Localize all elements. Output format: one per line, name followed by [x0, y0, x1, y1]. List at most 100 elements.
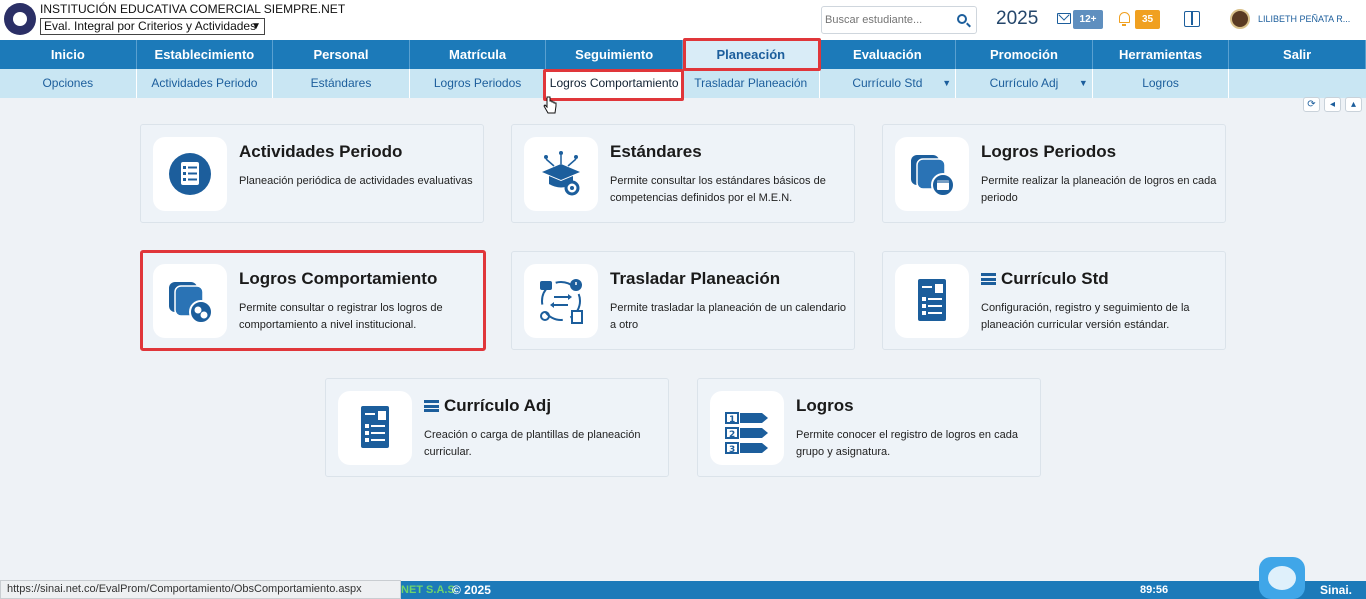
main-nav-seguimiento[interactable]: Seguimiento — [546, 40, 683, 69]
main-nav-herramientas[interactable]: Herramientas — [1093, 40, 1230, 69]
svg-text:1: 1 — [729, 415, 735, 425]
sub-nav-logros-periodos[interactable]: Logros Periodos — [410, 69, 547, 98]
card-title-text: Currículo Std — [1001, 269, 1109, 288]
card-title: Actividades Periodo — [239, 142, 403, 161]
svg-text:2: 2 — [729, 430, 735, 440]
student-search-input[interactable] — [825, 11, 950, 29]
main-nav-matricula[interactable]: Matrícula — [410, 40, 547, 69]
mail-icon[interactable] — [1057, 13, 1071, 24]
main-nav-inicio[interactable]: Inicio — [0, 40, 137, 69]
card-actividades-periodo[interactable]: Actividades Periodo Planeación periódica… — [140, 124, 484, 223]
transfer-cycle-icon — [540, 279, 583, 324]
sub-nav-label: Logros Periodos — [433, 76, 522, 90]
card-curriculo-adj[interactable]: Currículo Adj Creación o carga de planti… — [325, 378, 669, 477]
back-icon[interactable]: ◂ — [1324, 97, 1341, 112]
card-description: Planeación periódica de actividades eval… — [239, 175, 473, 187]
card-description: Permite realizar la planeación de logros… — [981, 175, 1217, 204]
document-profile-icon — [361, 406, 389, 448]
stacked-cards-calendar-icon — [911, 155, 955, 197]
highlight-card-logros-comportamiento — [140, 250, 486, 351]
chevron-down-icon[interactable]: ▼ — [1079, 69, 1088, 98]
user-name[interactable]: LILIBETH PEÑATA R... — [1258, 14, 1350, 24]
card-title: Currículo Std — [981, 269, 1109, 289]
menu-icon[interactable] — [424, 400, 439, 412]
chevron-down-icon: ▼ — [251, 21, 261, 32]
up-icon[interactable]: ▴ — [1345, 97, 1362, 112]
sub-nav-label: Estándares — [310, 76, 372, 90]
card-description: Creación o carga de plantillas de planea… — [424, 429, 641, 458]
card-title: Estándares — [610, 142, 702, 161]
card-description: Permite consultar los estándares básicos… — [610, 175, 826, 204]
card-logros[interactable]: 1 2 3 Logros Permite conocer el registro… — [697, 378, 1041, 477]
main-nav-promocion[interactable]: Promoción — [956, 40, 1093, 69]
card-icon-box — [153, 137, 227, 211]
sub-nav-label: Logros — [1142, 76, 1179, 90]
checklist-icon — [169, 153, 211, 195]
card-title: Currículo Adj — [424, 396, 551, 416]
top-header: INSTITUCIÓN EDUCATIVA COMERCIAL SIEMPRE.… — [0, 0, 1366, 40]
card-icon-box: 1 2 3 — [710, 391, 784, 465]
highlight-logros-comportamiento — [543, 69, 684, 101]
main-nav-personal[interactable]: Personal — [273, 40, 410, 69]
sub-nav-curriculo-adj[interactable]: Currículo Adj ▼ — [956, 69, 1093, 98]
card-title: Logros Periodos — [981, 142, 1117, 161]
current-year[interactable]: 2025 — [996, 8, 1038, 30]
card-icon-box — [338, 391, 412, 465]
page-tools: ⟳ ◂ ▴ — [1303, 97, 1362, 112]
card-icon-box — [895, 264, 969, 338]
footer-copyright: © 2025 — [452, 583, 491, 597]
institution-name: INSTITUCIÓN EDUCATIVA COMERCIAL SIEMPRE.… — [40, 2, 346, 16]
card-icon-box — [524, 137, 598, 211]
bell-icon[interactable] — [1119, 12, 1130, 26]
search-icon[interactable] — [957, 14, 967, 24]
evaluation-mode-value: Eval. Integral por Criterios y Actividad… — [44, 19, 257, 33]
cube-icon[interactable] — [1184, 11, 1200, 27]
sub-nav-label: Currículo Std — [852, 76, 923, 90]
sub-nav-estandares[interactable]: Estándares — [273, 69, 410, 98]
sub-nav-label: Trasladar Planeación — [694, 76, 808, 90]
card-icon-box — [895, 137, 969, 211]
card-description: Permite trasladar la planeación de un ca… — [610, 302, 847, 331]
chat-icon[interactable] — [1259, 557, 1305, 599]
sub-nav-trasladar-planeacion[interactable]: Trasladar Planeación — [683, 69, 820, 98]
card-icon-box — [524, 264, 598, 338]
main-nav-establecimiento[interactable]: Establecimiento — [137, 40, 274, 69]
card-curriculo-std[interactable]: Currículo Std Configuración, registro y … — [882, 251, 1226, 350]
hand-cursor-icon — [543, 96, 557, 114]
sub-nav-label: Currículo Adj — [989, 76, 1059, 90]
avatar[interactable] — [1230, 9, 1250, 29]
sub-nav-label: Actividades Periodo — [151, 76, 258, 90]
session-timer: 89:56 — [1140, 584, 1169, 596]
institution-logo[interactable] — [4, 3, 36, 35]
card-trasladar-planeacion[interactable]: Trasladar Planeación Permite trasladar l… — [511, 251, 855, 350]
menu-icon[interactable] — [981, 273, 996, 285]
graduation-cap-gear-icon — [542, 151, 580, 196]
card-title: Logros — [796, 396, 854, 415]
card-estandares[interactable]: Estándares Permite consultar los estánda… — [511, 124, 855, 223]
sub-nav-curriculo-std[interactable]: Currículo Std ▼ — [820, 69, 957, 98]
main-nav-salir[interactable]: Salir — [1229, 40, 1366, 69]
evaluation-mode-select[interactable]: Eval. Integral por Criterios y Actividad… — [40, 18, 265, 35]
card-title-text: Currículo Adj — [444, 396, 552, 415]
messages-badge[interactable]: 12+ — [1073, 10, 1103, 29]
card-description: Permite conocer el registro de logros en… — [796, 429, 1018, 458]
browser-status-url: https://sinai.net.co/EvalProm/Comportami… — [0, 580, 401, 599]
card-title: Trasladar Planeación — [610, 269, 781, 288]
sub-nav-opciones[interactable]: Opciones — [0, 69, 137, 98]
numbered-list-icon: 1 2 3 — [725, 412, 768, 455]
refresh-icon[interactable]: ⟳ — [1303, 97, 1320, 112]
chevron-down-icon[interactable]: ▼ — [942, 69, 951, 98]
svg-text:3: 3 — [729, 445, 735, 455]
highlight-planeacion — [683, 38, 821, 71]
sub-nav-label: Opciones — [42, 76, 94, 90]
student-search — [821, 6, 977, 34]
sub-nav-logros[interactable]: Logros — [1093, 69, 1230, 98]
sinai-logo: Sinai. — [1320, 583, 1353, 597]
sub-nav-actividades-periodo[interactable]: Actividades Periodo — [137, 69, 274, 98]
footer-brand: NET S.A.S — [401, 584, 455, 596]
card-logros-periodos[interactable]: Logros Periodos Permite realizar la plan… — [882, 124, 1226, 223]
main-nav-evaluacion[interactable]: Evaluación — [820, 40, 957, 69]
document-profile-icon — [918, 279, 946, 321]
alerts-badge[interactable]: 35 — [1135, 10, 1160, 29]
card-description: Configuración, registro y seguimiento de… — [981, 302, 1190, 331]
